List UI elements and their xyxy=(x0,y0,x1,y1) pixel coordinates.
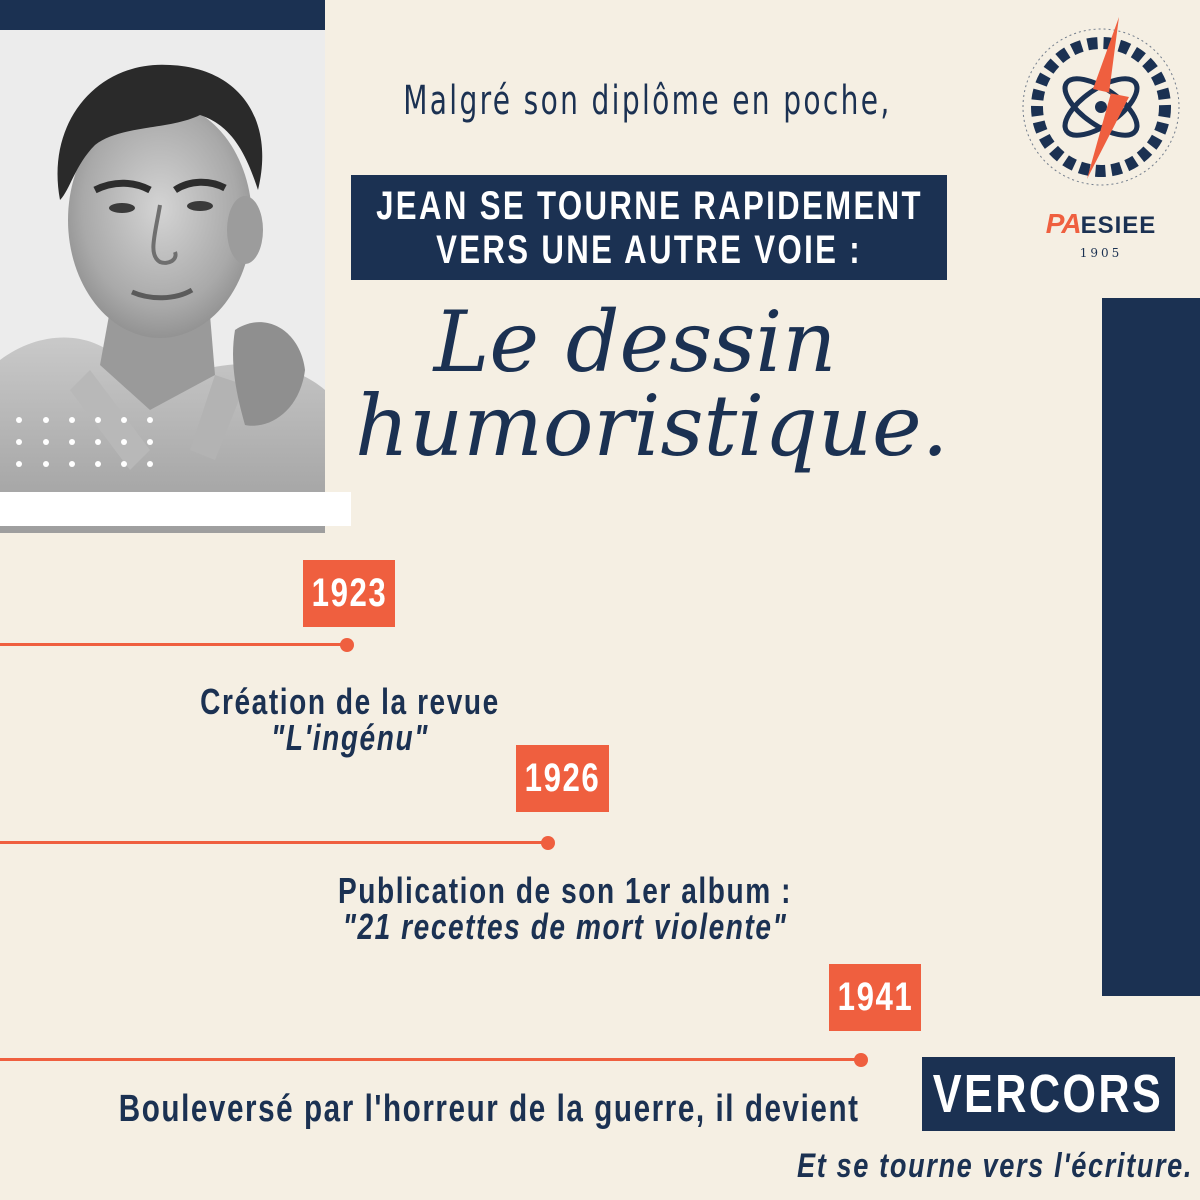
year-badge-1926: 1926 xyxy=(516,745,609,812)
headline-line-1: JEAN SE TOURNE RAPIDEMENT xyxy=(375,183,923,228)
timeline-dot xyxy=(340,638,354,652)
devient-text: Bouleversé par l'horreur de la guerre, i… xyxy=(118,1088,860,1130)
timeline-line xyxy=(0,1058,858,1061)
event-quote: "L'ingénu" xyxy=(270,717,430,758)
white-accent-strip xyxy=(0,492,351,526)
timeline-event-1926: Publication de son 1er album : "21 recet… xyxy=(200,873,930,945)
logo-name: ESIEE xyxy=(1080,212,1157,239)
event-quote: "21 recettes de mort violente" xyxy=(342,906,788,947)
pseudonym-box: VERCORS xyxy=(922,1057,1175,1131)
logo-year: 1905 xyxy=(1079,246,1123,260)
right-decorative-bar xyxy=(1102,298,1200,996)
script-title: Le dessin humoristique. xyxy=(355,293,949,475)
pseudonym-text: VERCORS xyxy=(933,1064,1164,1124)
timeline-line xyxy=(0,841,545,844)
timeline-dot xyxy=(854,1053,868,1067)
pa-esiee-logo: PAESIEE 1905 xyxy=(1015,12,1187,262)
logo-prefix: PA xyxy=(1045,208,1082,239)
year-badge-1941: 1941 xyxy=(829,964,921,1031)
event-text: Publication de son 1er album : xyxy=(337,870,793,911)
headline-line-2: VERS UNE AUTRE VOIE : xyxy=(436,227,862,272)
timeline-dot xyxy=(541,836,555,850)
year-badge-1923: 1923 xyxy=(303,560,395,627)
timeline-line xyxy=(0,643,344,646)
ecriture-text: Et se tourne vers l'écriture. xyxy=(797,1147,1194,1185)
decorative-dots xyxy=(16,417,153,467)
script-title-line-2: humoristique. xyxy=(355,377,949,475)
intro-text: Malgré son diplôme en poche, xyxy=(403,78,892,124)
gear-atom-emblem-icon xyxy=(1022,17,1180,186)
event-text: Création de la revue xyxy=(200,681,500,722)
script-title-line-1: Le dessin xyxy=(433,293,837,391)
headline-box: JEAN SE TOURNE RAPIDEMENT VERS UNE AUTRE… xyxy=(351,175,947,280)
